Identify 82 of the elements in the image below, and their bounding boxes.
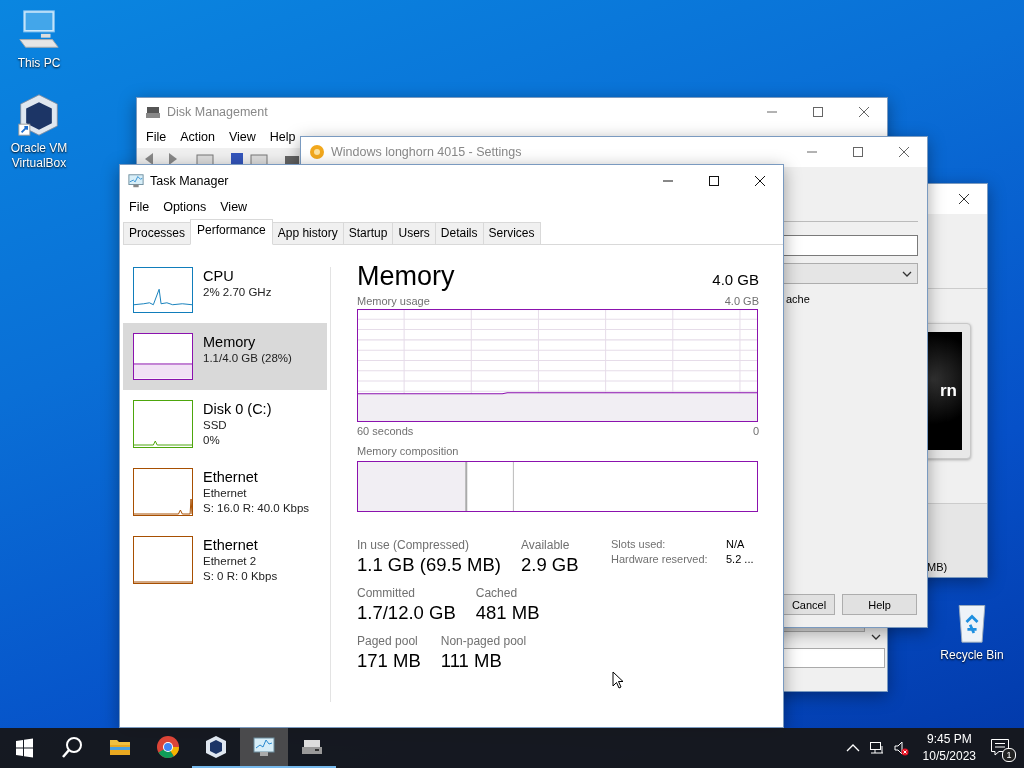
detail-heading: Memory xyxy=(357,261,455,292)
time-span-label: 60 seconds xyxy=(357,425,414,437)
menu-item[interactable]: File xyxy=(122,199,157,214)
graph-label: Memory usage xyxy=(357,295,430,307)
property-label: Hardware reserved: xyxy=(611,553,709,565)
chevron-down-icon[interactable] xyxy=(871,634,881,640)
tab[interactable]: Performance xyxy=(190,219,273,245)
notification-count: 1 xyxy=(1002,748,1016,762)
stat-value: 1.7/12.0 GB xyxy=(357,602,456,624)
mouse-cursor-icon xyxy=(612,671,624,689)
graph-max-label: 4.0 GB xyxy=(724,295,759,307)
resource-detail: Ethernet xyxy=(203,485,248,501)
stat-label: In use (Compressed) xyxy=(357,538,471,552)
resource-name: Ethernet xyxy=(203,467,259,486)
resource-name: Disk 0 (C:) xyxy=(203,399,272,418)
stat-label: Available xyxy=(520,538,571,552)
desktop-icon-label[interactable]: Recycle Bin xyxy=(940,648,1004,663)
cube-icon xyxy=(204,735,228,759)
resource-detail: Ethernet 2 xyxy=(203,553,258,569)
stat-label: Paged pool xyxy=(357,634,419,648)
dialog-button[interactable]: Cancel xyxy=(783,594,835,615)
resource-item[interactable]: Disk 0 (C:) SSD 0% xyxy=(123,389,327,458)
desktop-icon-label[interactable]: Oracle VM VirtualBox xyxy=(4,141,74,171)
menu-item[interactable]: View xyxy=(213,199,255,214)
stat-label: Cached xyxy=(475,586,519,600)
menu-item[interactable]: File xyxy=(139,130,174,144)
notifications-icon[interactable] xyxy=(990,737,1010,757)
property-label: Slots used: xyxy=(611,538,667,550)
menu-item[interactable]: Options xyxy=(156,199,214,214)
taskbar-button[interactable] xyxy=(240,728,288,768)
time-end-label: 0 xyxy=(752,425,759,437)
stat-value: 1.1 GB (69.5 MB) xyxy=(357,554,501,576)
monitor-icon xyxy=(252,735,276,759)
stat-label: Committed xyxy=(357,586,416,600)
resource-name: Memory xyxy=(203,333,257,352)
resource-detail: S: 0 R: 0 Kbps xyxy=(203,568,278,584)
memory-total: 4.0 GB xyxy=(712,271,759,288)
disk-icon xyxy=(145,104,161,120)
resource-item[interactable]: Ethernet Ethernet S: 16.0 R: 40.0 Kbps xyxy=(123,457,327,526)
chevron-down-icon xyxy=(902,270,912,277)
graph-label: Memory composition xyxy=(357,445,459,457)
stat-label: Non-paged pool xyxy=(440,634,527,648)
text-field[interactable] xyxy=(781,235,918,256)
menu-item[interactable]: Action xyxy=(173,130,222,144)
muted-speaker-icon[interactable] xyxy=(892,740,909,756)
tab[interactable]: Users xyxy=(392,222,436,245)
tab[interactable]: Startup xyxy=(342,222,394,245)
property-value: 5.2 ... xyxy=(726,553,754,565)
stat-value: 481 MB xyxy=(475,602,540,624)
monitor-icon xyxy=(128,172,144,189)
stat-value: 171 MB xyxy=(357,650,421,672)
resource-name: CPU xyxy=(203,267,235,285)
preview-text: rn xyxy=(940,381,958,401)
resource-detail: 0% xyxy=(203,432,221,448)
resource-detail: S: 16.0 R: 40.0 Kbps xyxy=(203,500,310,516)
desktop-icon-label[interactable]: This PC xyxy=(17,56,61,71)
resource-item[interactable]: Memory 1.1/4.0 GB (28%) xyxy=(123,323,327,390)
stat-value: 2.9 GB xyxy=(520,554,579,576)
tab[interactable]: Processes xyxy=(123,222,192,245)
resource-detail: 2% 2.70 GHz xyxy=(203,285,272,300)
size-text: MB) xyxy=(927,561,948,573)
resource-detail: SSD xyxy=(203,417,228,433)
window-title: Task Manager xyxy=(150,173,229,188)
resource-item[interactable]: CPU 2% 2.70 GHz xyxy=(123,257,327,324)
tab[interactable]: Services xyxy=(482,222,541,245)
close-icon[interactable] xyxy=(958,193,970,205)
resource-name: Ethernet xyxy=(203,535,259,554)
tab[interactable]: App history xyxy=(271,222,344,245)
window-title: Disk Management xyxy=(167,105,268,119)
option-label: ache xyxy=(786,293,810,305)
menu-item[interactable]: View xyxy=(221,130,263,144)
property-value: N/A xyxy=(726,538,745,550)
dialog-button[interactable]: Help xyxy=(842,594,917,615)
resource-item[interactable]: Ethernet Ethernet 2 S: 0 R: 0 Kbps xyxy=(123,525,327,594)
window-title: Windows longhorn 4015 - Settings xyxy=(331,145,522,159)
tab[interactable]: Details xyxy=(434,222,484,245)
browser-icon xyxy=(156,735,180,759)
menu-item[interactable]: Help xyxy=(262,130,303,144)
stat-value: 111 MB xyxy=(440,650,503,672)
clock[interactable]: 9:45 PM 10/5/2023 xyxy=(922,731,976,765)
network-icon[interactable] xyxy=(868,740,885,756)
resource-detail: 1.1/4.0 GB (28%) xyxy=(203,351,292,367)
